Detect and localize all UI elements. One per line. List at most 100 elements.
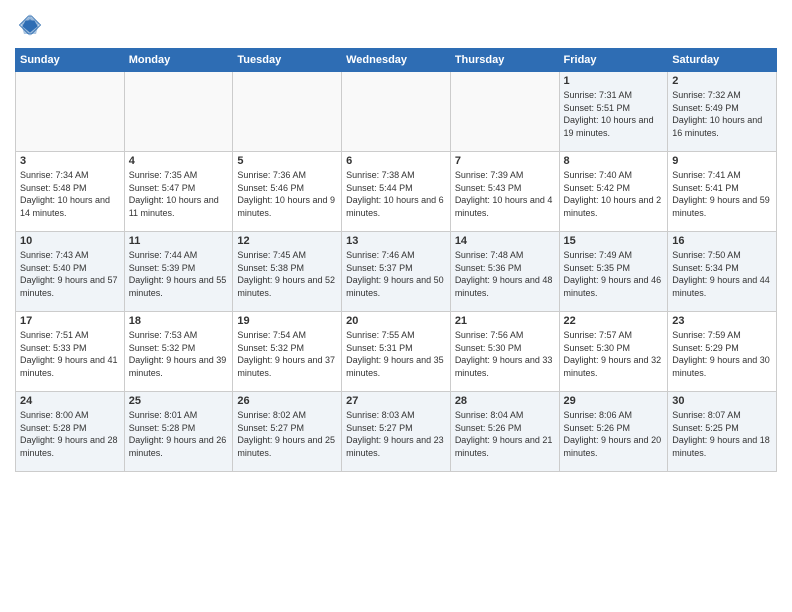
- day-number: 4: [129, 155, 229, 167]
- day-number: 25: [129, 395, 229, 407]
- day-number: 23: [672, 315, 772, 327]
- day-info: Sunrise: 7:44 AM Sunset: 5:39 PM Dayligh…: [129, 249, 229, 299]
- day-info: Sunrise: 7:38 AM Sunset: 5:44 PM Dayligh…: [346, 169, 446, 219]
- day-number: 14: [455, 235, 555, 247]
- day-info: Sunrise: 8:01 AM Sunset: 5:28 PM Dayligh…: [129, 409, 229, 459]
- table-row: 6 Sunrise: 7:38 AM Sunset: 5:44 PM Daylig…: [342, 152, 451, 232]
- day-info: Sunrise: 7:45 AM Sunset: 5:38 PM Dayligh…: [237, 249, 337, 299]
- day-header: Wednesday: [342, 49, 451, 72]
- day-info: Sunrise: 7:36 AM Sunset: 5:46 PM Dayligh…: [237, 169, 337, 219]
- day-number: 26: [237, 395, 337, 407]
- day-info: Sunrise: 7:51 AM Sunset: 5:33 PM Dayligh…: [20, 329, 120, 379]
- day-info: Sunrise: 7:32 AM Sunset: 5:49 PM Dayligh…: [672, 89, 772, 139]
- day-info: Sunrise: 7:41 AM Sunset: 5:41 PM Dayligh…: [672, 169, 772, 219]
- day-info: Sunrise: 7:31 AM Sunset: 5:51 PM Dayligh…: [564, 89, 664, 139]
- table-row: 1 Sunrise: 7:31 AM Sunset: 5:51 PM Daylig…: [559, 72, 668, 152]
- table-row: 28 Sunrise: 8:04 AM Sunset: 5:26 PM Dayli…: [450, 392, 559, 472]
- day-number: 15: [564, 235, 664, 247]
- day-number: 6: [346, 155, 446, 167]
- table-row: [233, 72, 342, 152]
- table-row: 18Sunrise: 7:53 AM Sunset: 5:32 PM Dayli…: [124, 312, 233, 392]
- table-row: 16 Sunrise: 7:50 AM Sunset: 5:34 PM Dayli…: [668, 232, 777, 312]
- table-row: 3 Sunrise: 7:34 AM Sunset: 5:48 PM Daylig…: [16, 152, 125, 232]
- week-row: 24 Sunrise: 8:00 AM Sunset: 5:28 PM Dayli…: [16, 392, 777, 472]
- table-row: 14 Sunrise: 7:48 AM Sunset: 5:36 PM Dayli…: [450, 232, 559, 312]
- table-row: 9Sunrise: 7:41 AM Sunset: 5:41 PM Daylig…: [668, 152, 777, 232]
- day-info: Sunrise: 7:57 AM Sunset: 5:30 PM Dayligh…: [564, 329, 664, 379]
- day-number: 30: [672, 395, 772, 407]
- table-row: 5 Sunrise: 7:36 AM Sunset: 5:46 PM Daylig…: [233, 152, 342, 232]
- day-number: 22: [564, 315, 664, 327]
- table-row: [16, 72, 125, 152]
- table-row: 10Sunrise: 7:43 AM Sunset: 5:40 PM Dayli…: [16, 232, 125, 312]
- day-number: 12: [237, 235, 337, 247]
- day-info: Sunrise: 7:48 AM Sunset: 5:36 PM Dayligh…: [455, 249, 555, 299]
- day-number: 16: [672, 235, 772, 247]
- table-row: 26 Sunrise: 8:02 AM Sunset: 5:27 PM Dayli…: [233, 392, 342, 472]
- day-number: 29: [564, 395, 664, 407]
- table-row: [450, 72, 559, 152]
- day-number: 5: [237, 155, 337, 167]
- table-row: 30 Sunrise: 8:07 AM Sunset: 5:25 PM Dayli…: [668, 392, 777, 472]
- day-header: Friday: [559, 49, 668, 72]
- week-row: 3 Sunrise: 7:34 AM Sunset: 5:48 PM Daylig…: [16, 152, 777, 232]
- day-info: Sunrise: 7:43 AM Sunset: 5:40 PM Dayligh…: [20, 249, 120, 299]
- day-info: Sunrise: 7:46 AM Sunset: 5:37 PM Dayligh…: [346, 249, 446, 299]
- table-row: 22 Sunrise: 7:57 AM Sunset: 5:30 PM Dayli…: [559, 312, 668, 392]
- week-row: 10Sunrise: 7:43 AM Sunset: 5:40 PM Dayli…: [16, 232, 777, 312]
- table-row: 24 Sunrise: 8:00 AM Sunset: 5:28 PM Dayli…: [16, 392, 125, 472]
- day-info: Sunrise: 8:07 AM Sunset: 5:25 PM Dayligh…: [672, 409, 772, 459]
- table-row: 13 Sunrise: 7:46 AM Sunset: 5:37 PM Dayli…: [342, 232, 451, 312]
- day-number: 13: [346, 235, 446, 247]
- week-row: 1 Sunrise: 7:31 AM Sunset: 5:51 PM Daylig…: [16, 72, 777, 152]
- day-info: Sunrise: 7:34 AM Sunset: 5:48 PM Dayligh…: [20, 169, 120, 219]
- day-number: 7: [455, 155, 555, 167]
- header-row: SundayMondayTuesdayWednesdayThursdayFrid…: [16, 49, 777, 72]
- day-number: 8: [564, 155, 664, 167]
- day-number: 19: [237, 315, 337, 327]
- day-number: 24: [20, 395, 120, 407]
- day-info: Sunrise: 7:39 AM Sunset: 5:43 PM Dayligh…: [455, 169, 555, 219]
- table-row: 27 Sunrise: 8:03 AM Sunset: 5:27 PM Dayli…: [342, 392, 451, 472]
- day-number: 2: [672, 75, 772, 87]
- table-row: 2 Sunrise: 7:32 AM Sunset: 5:49 PM Daylig…: [668, 72, 777, 152]
- day-header: Sunday: [16, 49, 125, 72]
- day-info: Sunrise: 7:35 AM Sunset: 5:47 PM Dayligh…: [129, 169, 229, 219]
- day-number: 17: [20, 315, 120, 327]
- day-info: Sunrise: 7:54 AM Sunset: 5:32 PM Dayligh…: [237, 329, 337, 379]
- day-number: 21: [455, 315, 555, 327]
- day-info: Sunrise: 8:02 AM Sunset: 5:27 PM Dayligh…: [237, 409, 337, 459]
- day-info: Sunrise: 7:59 AM Sunset: 5:29 PM Dayligh…: [672, 329, 772, 379]
- table-row: 17 Sunrise: 7:51 AM Sunset: 5:33 PM Dayli…: [16, 312, 125, 392]
- table-row: 11 Sunrise: 7:44 AM Sunset: 5:39 PM Dayli…: [124, 232, 233, 312]
- day-info: Sunrise: 8:04 AM Sunset: 5:26 PM Dayligh…: [455, 409, 555, 459]
- calendar-page: SundayMondayTuesdayWednesdayThursdayFrid…: [0, 0, 792, 612]
- table-row: 8 Sunrise: 7:40 AM Sunset: 5:42 PM Daylig…: [559, 152, 668, 232]
- day-number: 28: [455, 395, 555, 407]
- day-number: 3: [20, 155, 120, 167]
- table-row: 12 Sunrise: 7:45 AM Sunset: 5:38 PM Dayli…: [233, 232, 342, 312]
- table-row: 19 Sunrise: 7:54 AM Sunset: 5:32 PM Dayli…: [233, 312, 342, 392]
- day-info: Sunrise: 7:40 AM Sunset: 5:42 PM Dayligh…: [564, 169, 664, 219]
- day-number: 1: [564, 75, 664, 87]
- table-row: 20Sunrise: 7:55 AM Sunset: 5:31 PM Dayli…: [342, 312, 451, 392]
- table-row: 7 Sunrise: 7:39 AM Sunset: 5:43 PM Daylig…: [450, 152, 559, 232]
- logo-icon: [15, 10, 45, 40]
- day-number: 11: [129, 235, 229, 247]
- table-row: 25 Sunrise: 8:01 AM Sunset: 5:28 PM Dayli…: [124, 392, 233, 472]
- table-row: 15Sunrise: 7:49 AM Sunset: 5:35 PM Dayli…: [559, 232, 668, 312]
- day-header: Thursday: [450, 49, 559, 72]
- day-info: Sunrise: 7:56 AM Sunset: 5:30 PM Dayligh…: [455, 329, 555, 379]
- day-number: 27: [346, 395, 446, 407]
- table-row: 29 Sunrise: 8:06 AM Sunset: 5:26 PM Dayli…: [559, 392, 668, 472]
- day-info: Sunrise: 8:03 AM Sunset: 5:27 PM Dayligh…: [346, 409, 446, 459]
- day-info: Sunrise: 7:50 AM Sunset: 5:34 PM Dayligh…: [672, 249, 772, 299]
- day-number: 18: [129, 315, 229, 327]
- table-row: [124, 72, 233, 152]
- day-info: Sunrise: 8:00 AM Sunset: 5:28 PM Dayligh…: [20, 409, 120, 459]
- week-row: 17 Sunrise: 7:51 AM Sunset: 5:33 PM Dayli…: [16, 312, 777, 392]
- table-row: [342, 72, 451, 152]
- day-info: Sunrise: 8:06 AM Sunset: 5:26 PM Dayligh…: [564, 409, 664, 459]
- day-header: Tuesday: [233, 49, 342, 72]
- day-info: Sunrise: 7:55 AM Sunset: 5:31 PM Dayligh…: [346, 329, 446, 379]
